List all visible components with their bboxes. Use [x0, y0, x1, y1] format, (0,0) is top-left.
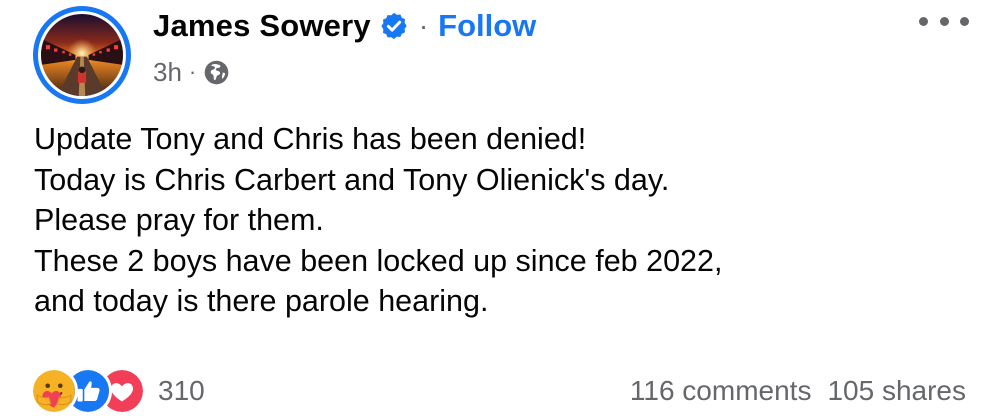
comments-count[interactable]: 116 comments: [630, 375, 812, 407]
post-text: Update Tony and Chris has been denied! T…: [34, 119, 984, 322]
facebook-post: James Sowery · Follow 3h · Update Tony a…: [0, 0, 1000, 418]
avatar-image: [41, 14, 123, 96]
author-avatar[interactable]: [33, 6, 131, 104]
author-row: James Sowery · Follow: [153, 4, 536, 48]
reactions-summary[interactable]: 310: [30, 367, 205, 415]
post-stats: 116 comments 105 shares: [630, 368, 966, 414]
post-line: These 2 boys have been locked up since f…: [34, 243, 723, 278]
post-line: Update Tony and Chris has been denied!: [34, 122, 587, 156]
post-meta: 3h ·: [153, 54, 230, 90]
more-options-icon[interactable]: [919, 14, 969, 28]
globe-icon[interactable]: [203, 59, 230, 86]
post-line: Please pray for them.: [34, 203, 324, 237]
separator-dot: ·: [418, 10, 429, 41]
reaction-count: 310: [158, 375, 205, 406]
post-line: Today is Chris Carbert and Tony Olienick…: [34, 162, 670, 197]
author-name[interactable]: James Sowery: [153, 8, 371, 44]
verified-badge-icon: [381, 12, 407, 40]
post-timestamp[interactable]: 3h: [153, 57, 182, 88]
care-icon: [30, 367, 78, 415]
post-line: and today is there parole hearing.: [34, 284, 489, 318]
follow-button[interactable]: Follow: [438, 8, 536, 44]
shares-count[interactable]: 105 shares: [827, 375, 966, 407]
separator-dot: ·: [188, 59, 197, 84]
